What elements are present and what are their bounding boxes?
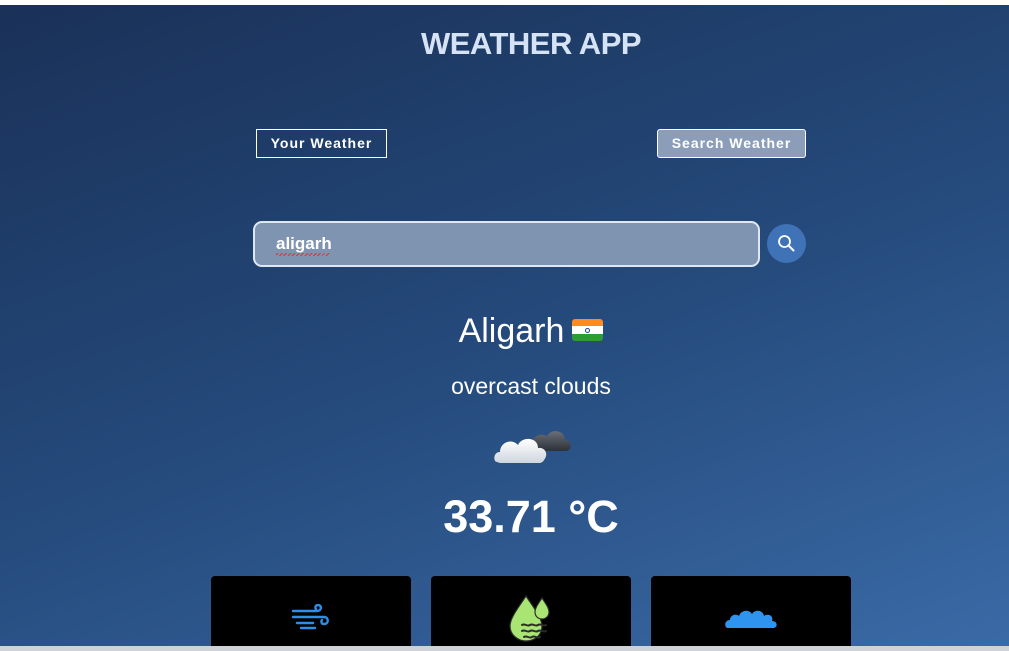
city-row: Aligarh [0,312,1009,351]
tab-your-weather[interactable]: Your Weather [256,129,387,158]
humidity-card [431,576,631,646]
search-icon [778,235,795,252]
weather-condition: overcast clouds [451,373,611,399]
bottom-scroll-edge [0,646,1009,651]
wind-card [211,576,411,646]
tab-search-weather[interactable]: Search Weather [657,129,806,158]
cloud-card [651,576,851,646]
city-name: Aligarh [458,312,565,350]
app-title: WEATHER APP [420,26,642,61]
cloud-icon [725,610,777,628]
search-button[interactable] [767,224,806,263]
cloud-sun-icon [494,431,571,463]
wind-icon [291,604,329,630]
humidity-icon [509,594,550,642]
search-input[interactable] [253,221,760,267]
temperature: 33.71 °C [443,491,619,542]
india-flag-icon [572,319,604,341]
spellcheck-underline [276,253,330,256]
weather-app: WEATHER APP Your Weather Search Weather … [0,5,1009,646]
